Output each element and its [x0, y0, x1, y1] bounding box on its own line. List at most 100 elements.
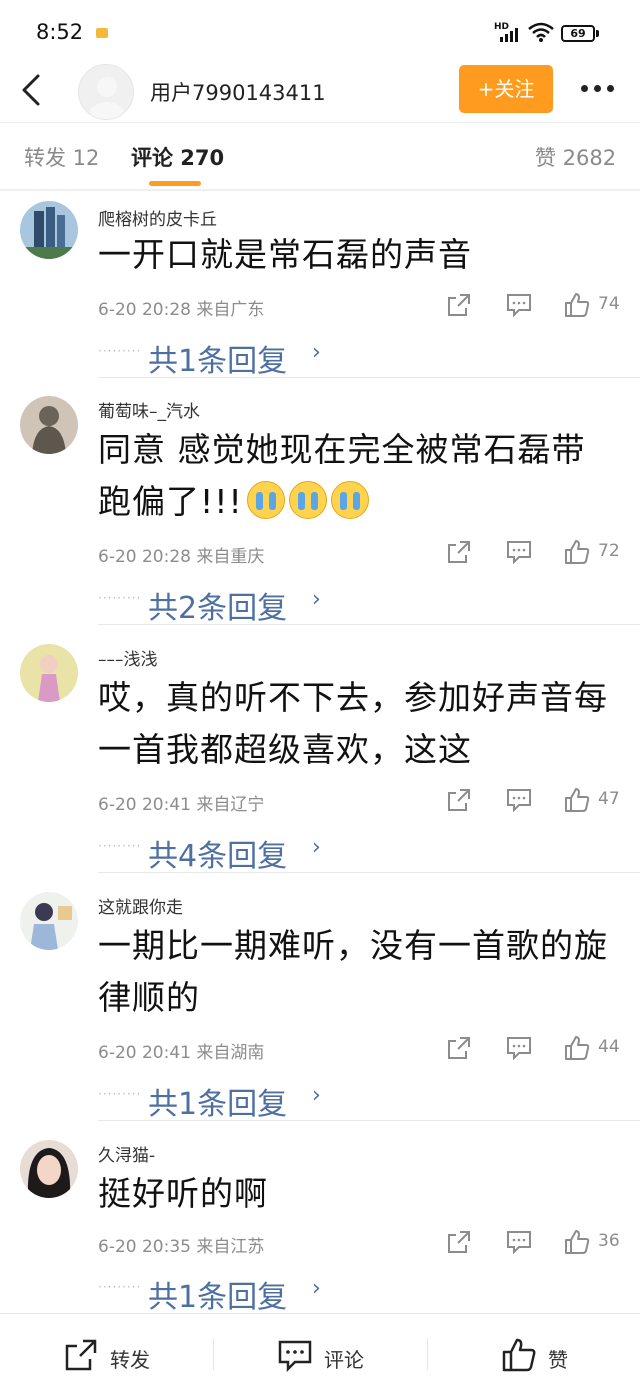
like-icon[interactable]: [564, 1229, 590, 1255]
commenter-name[interactable]: –––浅浅: [98, 645, 158, 670]
reply-thread-dots: ·········: [98, 591, 142, 605]
commenter-avatar[interactable]: [20, 644, 78, 702]
bottom-bar-divider: [427, 1338, 428, 1370]
comment-meta: 6-20 20:28 来自广东: [98, 300, 265, 320]
thumbs-up-icon: [502, 1338, 536, 1372]
commenter-name[interactable]: 爬榕树的皮卡丘: [98, 205, 217, 230]
comment-divider: [98, 624, 640, 625]
like-count: 47: [598, 789, 620, 809]
replies-count-label: 共4条回复: [148, 839, 288, 874]
share-icon[interactable]: [446, 1035, 472, 1061]
signal-icon: [500, 28, 522, 42]
comment-button[interactable]: 评论: [274, 1314, 394, 1387]
comment-text-content: 哎，真的听不下去，参加好声音每一首我都超级喜欢，这这: [98, 678, 608, 769]
comment-divider: [98, 377, 640, 378]
chevron-right-icon: ›: [312, 835, 321, 860]
comment-icon[interactable]: [506, 292, 532, 318]
notification-icon: [96, 28, 108, 38]
commenter-avatar[interactable]: [20, 396, 78, 454]
share-icon[interactable]: [446, 1229, 472, 1255]
reply-thread-dots: ·········: [98, 1087, 142, 1101]
more-options-icon[interactable]: [578, 76, 618, 100]
like-count: 72: [598, 541, 620, 561]
repost-button[interactable]: 转发: [60, 1314, 180, 1387]
crying-emoji-icon: [330, 481, 369, 519]
view-replies-link[interactable]: ········· 共1条回复 ›: [98, 336, 640, 379]
like-button[interactable]: 赞: [500, 1314, 600, 1387]
comment-meta: 6-20 20:35 来自江苏: [98, 1237, 265, 1257]
view-replies-link[interactable]: ········· 共1条回复 ›: [98, 1272, 640, 1315]
comment-icon[interactable]: [506, 539, 532, 565]
like-icon[interactable]: [564, 1035, 590, 1061]
back-arrow-icon[interactable]: [16, 70, 50, 110]
share-icon[interactable]: [446, 292, 472, 318]
author-avatar[interactable]: [78, 64, 134, 120]
like-label: 赞: [548, 1348, 568, 1372]
anime-character-icon: [20, 892, 78, 950]
view-replies-link[interactable]: ········· 共4条回复 ›: [98, 831, 640, 874]
like-icon[interactable]: [564, 539, 590, 565]
comment-text-content: 一期比一期难听，没有一首歌的旋律顺的: [98, 926, 608, 1017]
status-time: 8:52: [36, 20, 84, 44]
building-photo-icon: [20, 201, 78, 259]
post-header: 用户7990143411 +关注: [0, 64, 640, 122]
comment-text: 一期比一期难听，没有一首歌的旋律顺的: [98, 920, 618, 1024]
portrait-photo-icon: [20, 1140, 78, 1198]
replies-count-label: 共1条回复: [148, 344, 288, 379]
chevron-right-icon: ›: [312, 587, 321, 612]
replies-count-label: 共2条回复: [148, 591, 288, 626]
share-icon[interactable]: [446, 787, 472, 813]
reply-thread-dots: ·········: [98, 344, 142, 358]
comment-text-content: 一开口就是常石磊的声音: [98, 235, 472, 274]
commenter-name[interactable]: 久浔猫-: [98, 1141, 155, 1166]
comment-text: 一开口就是常石磊的声音: [98, 229, 618, 281]
comment-actions: 44: [446, 1035, 626, 1061]
crying-emoji-icon: [288, 481, 327, 519]
comment-divider: [98, 1120, 640, 1121]
comment-bubble-icon: [278, 1340, 312, 1372]
comment-text-content: 挺好听的啊: [98, 1174, 268, 1213]
tab-comments[interactable]: 评论 270: [131, 142, 224, 172]
commenter-avatar[interactable]: [20, 892, 78, 950]
commenter-name[interactable]: 这就跟你走: [98, 893, 183, 918]
tabs-divider: [0, 189, 640, 191]
commenter-avatar[interactable]: [20, 201, 78, 259]
cartoon-girl-icon: [20, 644, 78, 702]
comment-icon[interactable]: [506, 1229, 532, 1255]
statue-photo-icon: [20, 396, 78, 454]
author-username[interactable]: 用户7990143411: [150, 77, 326, 107]
comment-divider: [98, 872, 640, 873]
chevron-right-icon: ›: [312, 1083, 321, 1108]
battery-icon: 69: [561, 25, 595, 42]
follow-button[interactable]: +关注: [459, 65, 553, 113]
tab-likes[interactable]: 赞 2682: [535, 142, 616, 172]
chevron-right-icon: ›: [312, 1276, 321, 1301]
comment-meta: 6-20 20:41 来自湖南: [98, 1043, 265, 1063]
bottom-action-bar: 转发 评论 赞: [0, 1313, 640, 1387]
repost-icon: [65, 1339, 97, 1371]
view-replies-link[interactable]: ········· 共2条回复 ›: [98, 583, 640, 626]
commenter-avatar[interactable]: [20, 1140, 78, 1198]
repost-label: 转发: [110, 1348, 150, 1372]
comment-icon[interactable]: [506, 787, 532, 813]
comment-icon[interactable]: [506, 1035, 532, 1061]
comment-text: 哎，真的听不下去，参加好声音每一首我都超级喜欢，这这: [98, 672, 618, 776]
replies-count-label: 共1条回复: [148, 1087, 288, 1122]
like-icon[interactable]: [564, 787, 590, 813]
reply-thread-dots: ·········: [98, 1280, 142, 1294]
comment-actions: 74: [446, 292, 626, 318]
comment-actions: 36: [446, 1229, 626, 1255]
share-icon[interactable]: [446, 539, 472, 565]
comment-meta: 6-20 20:28 来自重庆: [98, 547, 265, 567]
like-count: 44: [598, 1037, 620, 1057]
reply-thread-dots: ·········: [98, 839, 142, 853]
comment-actions: 72: [446, 539, 626, 565]
active-tab-indicator: [149, 181, 201, 186]
view-replies-link[interactable]: ········· 共1条回复 ›: [98, 1079, 640, 1122]
commenter-name[interactable]: 葡萄味–_汽水: [98, 397, 200, 422]
bottom-bar-divider: [213, 1338, 214, 1370]
tab-repost[interactable]: 转发 12: [24, 142, 99, 172]
like-count: 74: [598, 294, 620, 314]
like-icon[interactable]: [564, 292, 590, 318]
comment-label: 评论: [324, 1348, 364, 1372]
